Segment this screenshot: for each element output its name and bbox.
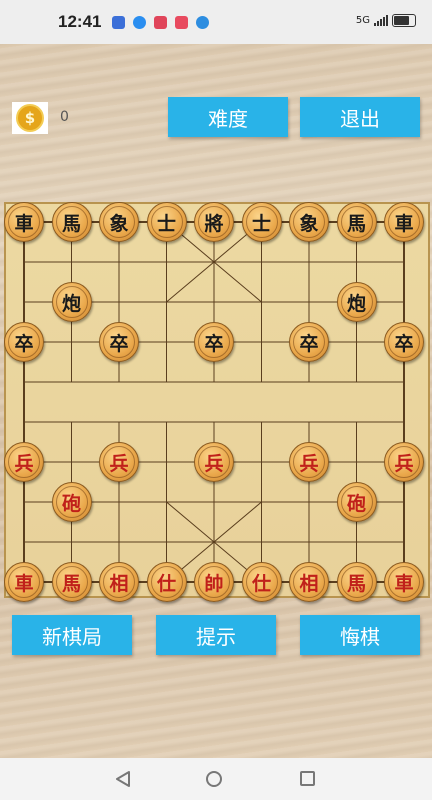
piece-label: 馬 (346, 572, 366, 595)
status-indicators: 5G (356, 14, 416, 27)
red-piece[interactable]: 兵 (4, 442, 44, 482)
piece-label: 炮 (61, 292, 81, 315)
black-piece[interactable]: 卒 (194, 322, 234, 362)
red-piece[interactable]: 帥 (194, 562, 234, 602)
red-piece[interactable]: 砲 (336, 482, 377, 522)
piece-label: 卒 (109, 332, 129, 355)
battery-icon (392, 14, 416, 27)
status-time: 12:41 (58, 12, 102, 31)
piece-label: 將 (204, 212, 224, 235)
black-piece[interactable]: 炮 (51, 282, 92, 322)
piece-label: 卒 (14, 332, 34, 355)
back-icon[interactable] (115, 770, 131, 788)
black-piece[interactable]: 馬 (51, 202, 92, 242)
recent-apps-icon[interactable] (300, 771, 315, 786)
piece-label: 馬 (61, 572, 81, 595)
black-piece[interactable]: 象 (289, 202, 329, 242)
signal-icon (374, 15, 388, 26)
piece-label: 車 (394, 212, 414, 235)
black-piece[interactable]: 士 (241, 202, 282, 242)
red-piece[interactable]: 相 (289, 562, 329, 602)
piece-label: 帥 (204, 572, 224, 595)
red-piece[interactable]: 兵 (384, 442, 424, 482)
home-icon[interactable] (206, 771, 222, 787)
red-piece[interactable]: 仕 (146, 562, 187, 602)
red-piece[interactable]: 車 (4, 562, 44, 602)
piece-label: 兵 (109, 452, 129, 475)
board-grid (23, 221, 405, 583)
piece-label: 兵 (204, 452, 224, 475)
network-type: 5G (355, 15, 370, 26)
app-notification-icon (154, 16, 167, 29)
red-piece[interactable]: 馬 (336, 562, 377, 602)
piece-label: 砲 (61, 492, 81, 515)
black-piece[interactable]: 士 (146, 202, 187, 242)
browser-notification-icon (196, 16, 209, 29)
black-piece[interactable]: 卒 (99, 322, 139, 362)
black-piece[interactable]: 卒 (4, 322, 44, 362)
black-piece[interactable]: 象 (99, 202, 139, 242)
piece-label: 相 (109, 572, 129, 595)
black-piece[interactable]: 炮 (336, 282, 377, 322)
piece-label: 卒 (299, 332, 319, 355)
black-piece[interactable]: 卒 (384, 322, 424, 362)
piece-label: 士 (251, 212, 271, 235)
piece-label: 象 (299, 212, 319, 235)
coin-count: 0 (60, 109, 69, 125)
red-piece[interactable]: 相 (99, 562, 139, 602)
black-piece[interactable]: 車 (384, 202, 424, 242)
navigation-bar (0, 758, 432, 800)
red-piece[interactable]: 仕 (241, 562, 282, 602)
new-game-button[interactable]: 新棋局 (12, 615, 132, 655)
piece-label: 馬 (61, 212, 81, 235)
piece-label: 仕 (251, 572, 271, 595)
red-piece[interactable]: 車 (384, 562, 424, 602)
black-piece[interactable]: 卒 (289, 322, 329, 362)
piece-label: 卒 (394, 332, 414, 355)
chess-board[interactable]: 車馬象士將士象馬車炮炮卒卒卒卒卒兵兵兵兵兵砲砲車馬相仕帥仕相馬車 (4, 202, 430, 602)
piece-label: 車 (14, 212, 34, 235)
red-piece[interactable]: 砲 (51, 482, 92, 522)
exit-button[interactable]: 退出 (300, 97, 420, 137)
piece-label: 卒 (204, 332, 224, 355)
black-piece[interactable]: 將 (194, 202, 234, 242)
piece-label: 炮 (346, 292, 366, 315)
piece-label: 砲 (346, 492, 366, 515)
message-notification-icon (112, 16, 125, 29)
red-piece[interactable]: 兵 (289, 442, 329, 482)
piece-label: 仕 (156, 572, 176, 595)
coin-icon: $ (12, 102, 48, 134)
store-notification-icon (175, 16, 188, 29)
piece-label: 相 (299, 572, 319, 595)
piece-label: 車 (14, 572, 34, 595)
black-piece[interactable]: 車 (4, 202, 44, 242)
undo-button[interactable]: 悔棋 (300, 615, 420, 655)
piece-label: 象 (109, 212, 129, 235)
red-piece[interactable]: 兵 (99, 442, 139, 482)
piece-label: 車 (394, 572, 414, 595)
piece-label: 馬 (346, 212, 366, 235)
hint-button[interactable]: 提示 (156, 615, 276, 655)
piece-label: 兵 (14, 452, 34, 475)
status-bar: 12:41 5G (0, 0, 432, 44)
piece-label: 兵 (394, 452, 414, 475)
difficulty-button[interactable]: 难度 (168, 97, 288, 137)
black-piece[interactable]: 馬 (336, 202, 377, 242)
red-piece[interactable]: 馬 (51, 562, 92, 602)
piece-label: 兵 (299, 452, 319, 475)
chat-notification-icon (133, 16, 146, 29)
red-piece[interactable]: 兵 (194, 442, 234, 482)
piece-label: 士 (156, 212, 176, 235)
